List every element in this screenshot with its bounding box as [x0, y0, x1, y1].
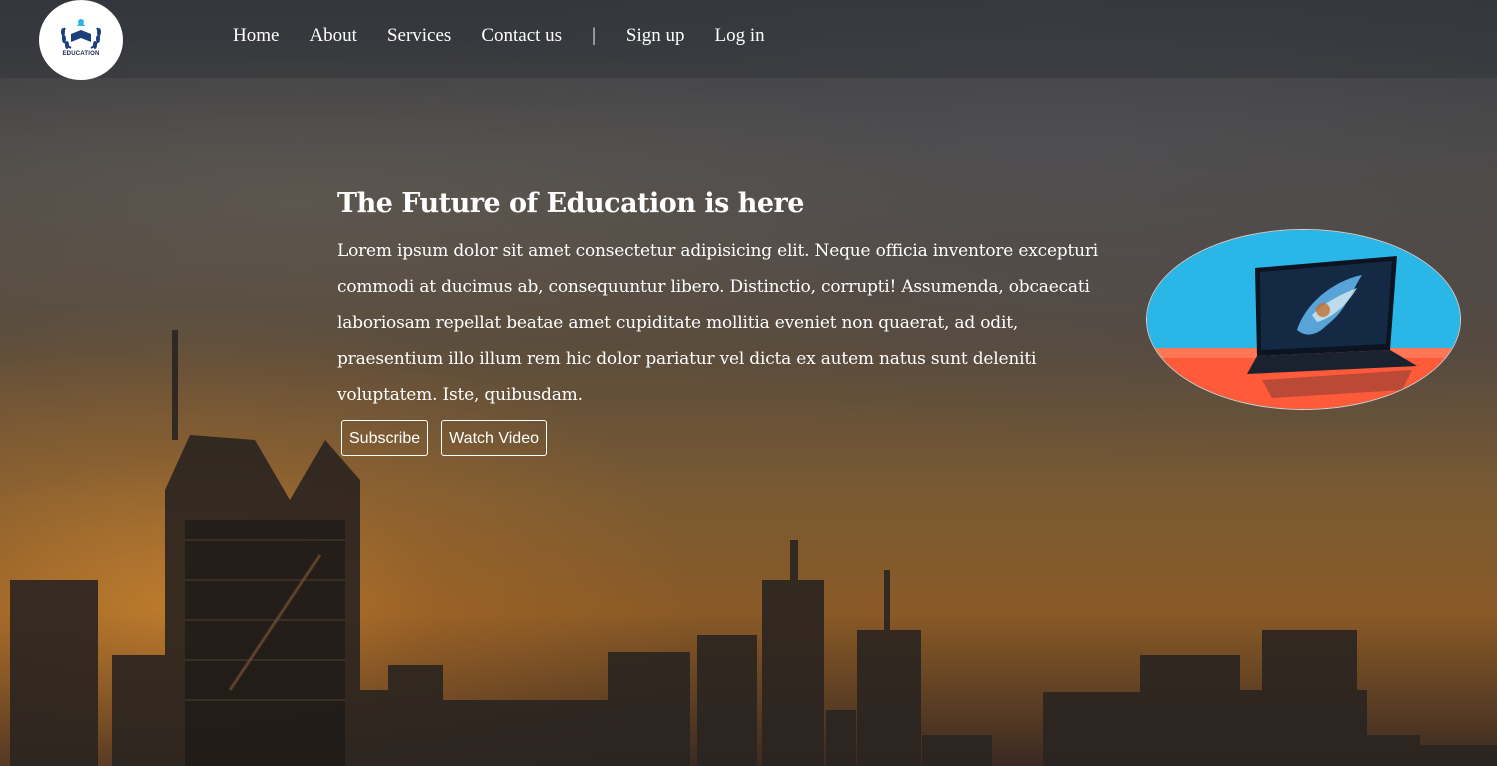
watch-video-button[interactable]: Watch Video — [441, 420, 547, 456]
nav-log-in[interactable]: Log in — [714, 25, 764, 47]
laptop-image — [1146, 229, 1461, 410]
nav-separator: | — [592, 25, 596, 46]
logo[interactable]: EDUCATION — [39, 0, 123, 80]
hero-buttons: Subscribe Watch Video — [341, 420, 547, 456]
hero-section: The Future of Education is here Lorem ip… — [337, 183, 1117, 413]
nav-about[interactable]: About — [309, 25, 357, 47]
main-nav: Home About Services Contact us | Sign up… — [233, 25, 765, 47]
subscribe-button[interactable]: Subscribe — [341, 420, 429, 456]
logo-text: EDUCATION — [62, 51, 100, 57]
hero-description: Lorem ipsum dolor sit amet consectetur a… — [337, 241, 1099, 405]
hero-title: The Future of Education is here — [337, 188, 804, 219]
nav-home[interactable]: Home — [233, 25, 279, 47]
nav-contact-us[interactable]: Contact us — [481, 25, 562, 47]
nav-services[interactable]: Services — [387, 25, 451, 47]
laptop-picture — [1147, 230, 1460, 409]
nav-sign-up[interactable]: Sign up — [626, 25, 685, 47]
education-logo-icon — [61, 19, 101, 49]
